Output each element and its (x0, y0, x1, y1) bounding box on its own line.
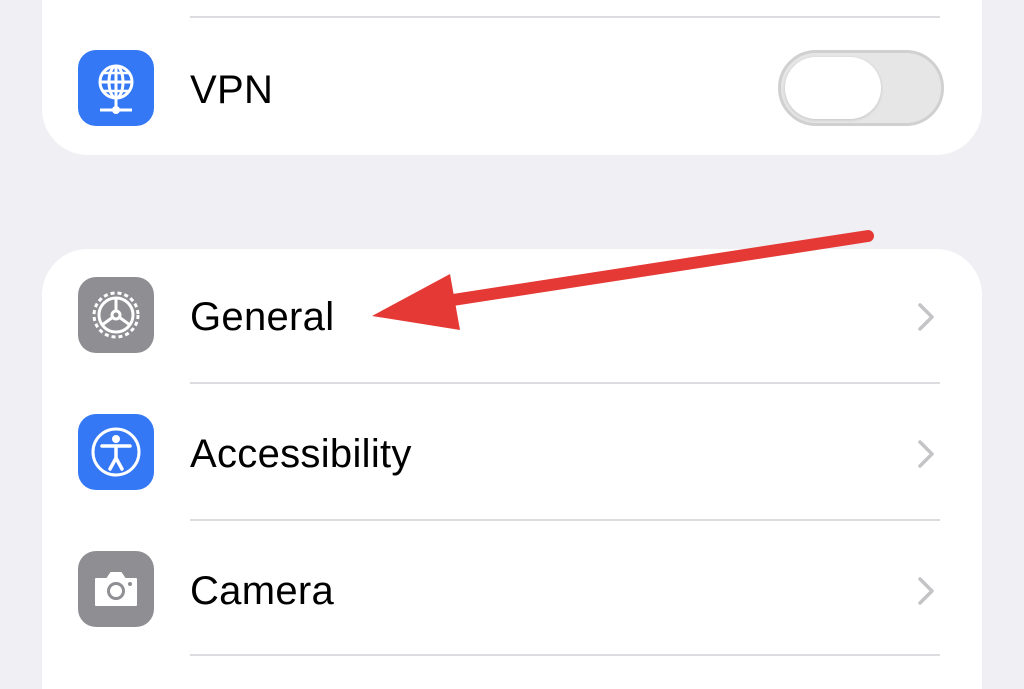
settings-row-camera[interactable]: Camera (42, 551, 982, 631)
accessibility-icon (78, 414, 154, 490)
camera-icon (78, 551, 154, 627)
settings-row-vpn[interactable]: VPN (42, 50, 982, 130)
vpn-globe-icon (78, 50, 154, 126)
settings-row-accessibility[interactable]: Accessibility (42, 414, 982, 494)
chevron-right-icon (918, 303, 934, 331)
toggle-knob (785, 57, 881, 119)
accessibility-label: Accessibility (190, 432, 412, 476)
vpn-toggle[interactable] (778, 50, 944, 126)
general-label: General (190, 295, 335, 339)
chevron-right-icon (918, 440, 934, 468)
chevron-right-icon (918, 577, 934, 605)
settings-group-general: General Accessibility Camera (42, 249, 982, 689)
row-divider (190, 519, 940, 521)
settings-row-general[interactable]: General (42, 277, 982, 357)
row-divider (190, 16, 940, 18)
gear-icon (78, 277, 154, 353)
settings-group-network: VPN (42, 0, 982, 155)
camera-label: Camera (190, 569, 335, 613)
vpn-label: VPN (190, 68, 274, 112)
row-divider (190, 382, 940, 384)
